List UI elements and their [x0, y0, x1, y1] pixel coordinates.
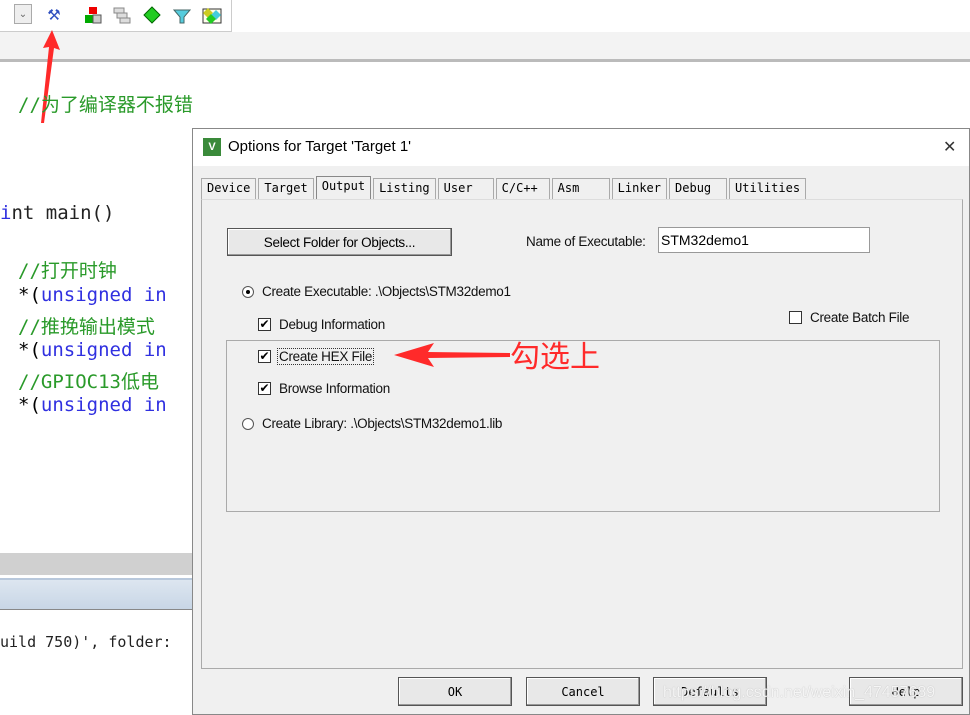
- filter-icon[interactable]: [171, 4, 193, 26]
- red-arrow-left: [394, 343, 510, 367]
- create-hex-file-label: Create HEX File: [277, 348, 375, 365]
- create-library-label: Create Library: .\Objects\STM32demo1.lib: [262, 416, 503, 431]
- create-executable-label: Create Executable: .\Objects\STM32demo1: [262, 284, 511, 299]
- cancel-button[interactable]: Cancel: [526, 677, 640, 706]
- code-line: //推挽输出模式: [18, 316, 155, 338]
- dropdown-icon[interactable]: ⌄: [14, 4, 32, 24]
- dialog-title: Options for Target 'Target 1': [228, 138, 412, 155]
- create-batch-file-checkbox[interactable]: [789, 311, 802, 324]
- create-hex-file-checkbox[interactable]: ✔: [258, 350, 271, 363]
- code-text: *(: [18, 394, 41, 416]
- code-line: *(unsigned in: [18, 339, 167, 361]
- tab-listing[interactable]: Listing: [373, 178, 436, 199]
- create-executable-radio[interactable]: [242, 286, 254, 298]
- create-library-radio[interactable]: [242, 418, 254, 430]
- output-panel: Select Folder for Objects... Name of Exe…: [201, 199, 963, 669]
- tab-target[interactable]: Target: [258, 178, 314, 199]
- code-line: //为了编译器不报错: [18, 94, 193, 116]
- code-line: //打开时钟: [18, 260, 117, 282]
- tab-linker[interactable]: Linker: [611, 178, 668, 199]
- build-output-header: [0, 578, 192, 610]
- code-line: //GPIOC13低电: [18, 371, 159, 393]
- keil-logo-icon: V: [203, 138, 221, 156]
- close-icon[interactable]: ✕: [943, 137, 956, 157]
- watermark: https://blog.csdn.net/weixin_47457689: [663, 684, 936, 701]
- create-batch-file-label: Create Batch File: [810, 310, 910, 325]
- code-line: int main(): [0, 202, 114, 224]
- tab-debug[interactable]: Debug: [669, 178, 728, 199]
- code-keyword: unsigned in: [40, 339, 167, 361]
- code-keyword: unsigned in: [40, 394, 167, 416]
- dialog-titlebar: V Options for Target 'Target 1' ✕: [193, 129, 969, 166]
- debug-information-label: Debug Information: [279, 317, 385, 332]
- code-text: *(: [18, 339, 41, 361]
- tab-asm[interactable]: Asm: [551, 178, 610, 199]
- code-text: *(: [18, 284, 41, 306]
- select-packs-icon[interactable]: [82, 4, 104, 26]
- tab-device[interactable]: Device: [201, 178, 257, 199]
- name-of-executable-input[interactable]: [658, 227, 870, 253]
- pack-installer-icon[interactable]: [141, 4, 163, 26]
- tab-bar: Device Target Output Listing User C/C++ …: [201, 176, 808, 200]
- code-keyword: unsigned in: [40, 284, 167, 306]
- annotation-text: 勾选上: [510, 341, 600, 374]
- editor-scrollbar[interactable]: [0, 553, 192, 575]
- code-line: *(unsigned in: [18, 284, 167, 306]
- components-icon[interactable]: [201, 4, 223, 26]
- tab-utilities[interactable]: Utilities: [729, 178, 807, 199]
- browse-information-label: Browse Information: [279, 381, 390, 396]
- select-folder-button[interactable]: Select Folder for Objects...: [227, 228, 452, 256]
- manage-run-time-environment-icon[interactable]: ⚒: [43, 4, 65, 26]
- layers-icon[interactable]: [111, 4, 133, 26]
- code-keyword: i: [0, 202, 12, 224]
- tab-user[interactable]: User: [437, 178, 494, 199]
- code-text: nt main(): [11, 202, 115, 224]
- ok-button[interactable]: OK: [398, 677, 512, 706]
- name-of-executable-label: Name of Executable:: [526, 234, 646, 249]
- tab-strip: [0, 32, 970, 62]
- debug-information-checkbox[interactable]: ✔: [258, 318, 271, 331]
- tab-output[interactable]: Output: [315, 176, 372, 200]
- build-output-text: uild 750)', folder:: [0, 633, 172, 651]
- options-dialog: V Options for Target 'Target 1' ✕ Device…: [192, 128, 970, 715]
- tab-cc[interactable]: C/C++: [495, 178, 550, 199]
- browse-information-checkbox[interactable]: ✔: [258, 382, 271, 395]
- code-line: *(unsigned in: [18, 394, 167, 416]
